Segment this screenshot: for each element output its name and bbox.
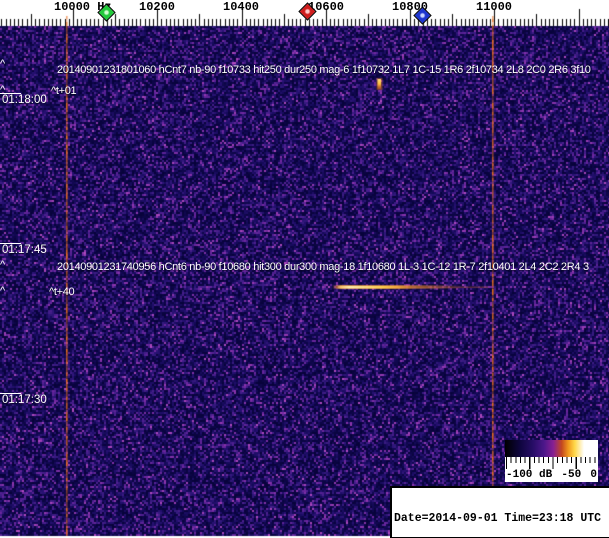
colorbar-max-label: 0	[590, 469, 597, 481]
colorbar-ruler-ticks	[505, 457, 598, 469]
colorbar-mid-label: -50	[561, 469, 582, 481]
event-annotation-1: 20140901231801060 hCnt7 nb-90 f10733 hit…	[57, 64, 591, 76]
edge-caret-mark: ^	[0, 285, 6, 297]
db-colorbar-legend: -100 dB -50 0	[505, 440, 598, 482]
freq-tick-label: 10400	[223, 0, 260, 14]
event-time-offset-1: ^t+01	[51, 85, 77, 97]
colorbar-gradient	[505, 440, 598, 457]
freq-tick-label: 10200	[139, 0, 176, 14]
event-time-offset-2: ^t+40	[49, 286, 75, 298]
edge-caret-mark: ^	[0, 259, 6, 271]
time-label: 01:18:00	[2, 94, 47, 106]
meteor-spectrogram-window: 10000 Hz 10200 10400 10600 10800 11000 2…	[0, 0, 609, 538]
station-info-box: Date=2014-09-01 Time=23:18 UTC Freq=143 …	[390, 486, 609, 538]
time-label: 01:17:45	[2, 244, 47, 256]
info-date-line: Date=2014-09-01 Time=23:18 UTC	[394, 512, 602, 526]
edge-caret-mark: ^	[0, 58, 6, 70]
time-label: 01:17:30	[2, 394, 47, 406]
event-annotation-2: 20140901231740956 hCnt6 nb-90 f10680 hit…	[57, 261, 589, 273]
freq-tick-label: 11000	[476, 0, 513, 14]
colorbar-min-label: -100 dB	[506, 469, 553, 481]
